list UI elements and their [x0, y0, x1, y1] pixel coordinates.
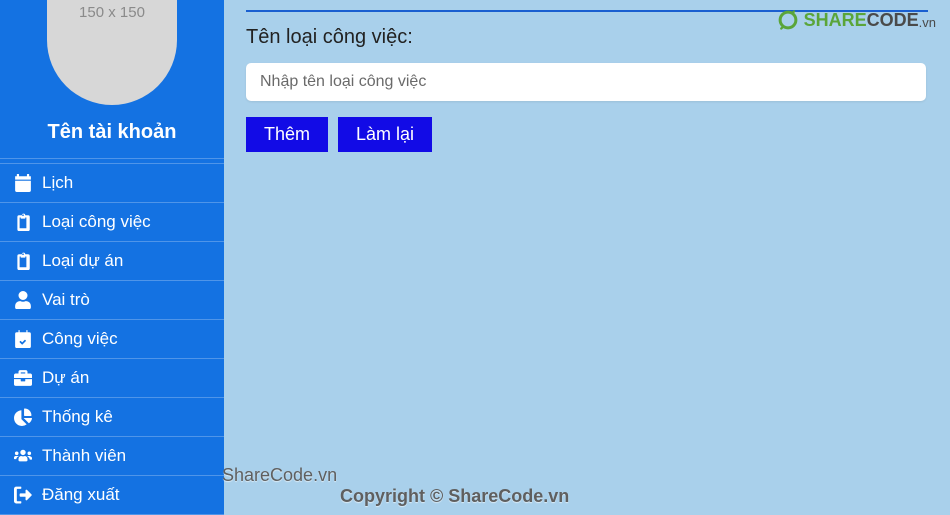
sidebar-item-label: Vai trò — [42, 290, 90, 310]
sidebar-item-loai-du-an[interactable]: Loại dự án — [0, 242, 224, 281]
sidebar-item-thanh-vien[interactable]: Thành viên — [0, 437, 224, 476]
sidebar-item-loai-cong-viec[interactable]: Loại công việc — [0, 203, 224, 242]
sidebar-item-label: Đăng xuất — [42, 485, 120, 505]
sidebar-item-thong-ke[interactable]: Thống kê — [0, 398, 224, 437]
calendar-icon — [14, 174, 32, 192]
footer-watermark: ShareCode.vn Copyright © ShareCode.vn — [222, 465, 569, 507]
sidebar-item-label: Thành viên — [42, 446, 126, 466]
add-button[interactable]: Thêm — [246, 117, 328, 152]
sidebar-item-label: Dự án — [42, 368, 89, 388]
users-icon — [14, 447, 32, 465]
user-icon — [14, 291, 32, 309]
recycle-icon — [776, 8, 800, 32]
logout-icon — [14, 486, 32, 504]
chart-pie-icon — [14, 408, 32, 426]
clipboard-icon — [14, 213, 32, 231]
briefcase-icon — [14, 369, 32, 387]
sidebar-item-label: Loại dự án — [42, 251, 123, 271]
sidebar-item-label: Thống kê — [42, 407, 113, 427]
sidebar: 150 x 150 Tên tài khoản Lịch Loại công v… — [0, 0, 224, 515]
calendar-check-icon — [14, 330, 32, 348]
sidebar-item-cong-viec[interactable]: Công việc — [0, 320, 224, 359]
watermark-text-share: SHARE — [804, 10, 867, 31]
button-row: Thêm Làm lại — [246, 117, 928, 152]
sidebar-item-du-an[interactable]: Dự án — [0, 359, 224, 398]
sidebar-menu: Lịch Loại công việc Loại dự án Vai trò C… — [0, 163, 224, 515]
footer-line1: ShareCode.vn — [222, 465, 569, 486]
sidebar-item-vai-tro[interactable]: Vai trò — [0, 281, 224, 320]
sidebar-item-label: Lịch — [42, 173, 73, 193]
account-name: Tên tài khoản — [0, 115, 224, 159]
watermark-logo: SHARE CODE .vn — [776, 8, 936, 32]
avatar-placeholder[interactable]: 150 x 150 — [47, 0, 177, 105]
job-type-name-input[interactable] — [246, 63, 926, 101]
sidebar-item-dang-xuat[interactable]: Đăng xuất — [0, 476, 224, 515]
avatar-container: 150 x 150 — [0, 0, 224, 115]
sidebar-item-lich[interactable]: Lịch — [0, 164, 224, 203]
footer-line2: Copyright © ShareCode.vn — [340, 486, 569, 507]
sidebar-item-label: Công việc — [42, 329, 118, 349]
main-content: Tên loại công việc: Thêm Làm lại — [224, 0, 950, 515]
reset-button[interactable]: Làm lại — [338, 117, 432, 152]
avatar-size-text: 150 x 150 — [79, 4, 145, 21]
watermark-text-vn: .vn — [919, 15, 936, 30]
clipboard-icon — [14, 252, 32, 270]
sidebar-item-label: Loại công việc — [42, 212, 151, 232]
watermark-text-code: CODE — [867, 10, 919, 31]
